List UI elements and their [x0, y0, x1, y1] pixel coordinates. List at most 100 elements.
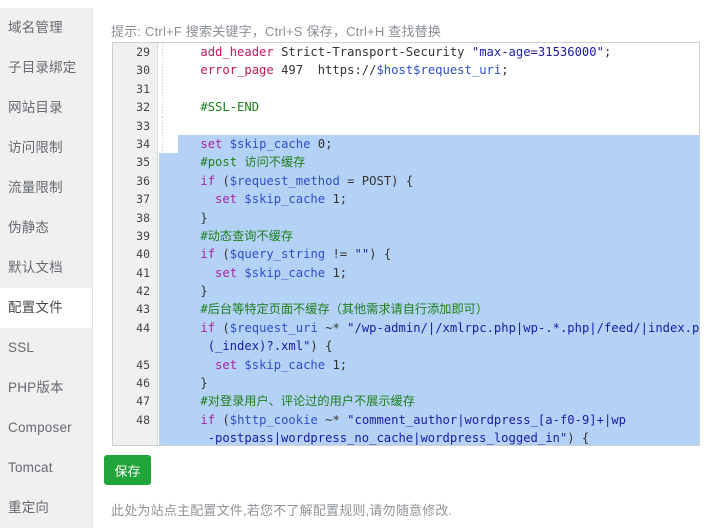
indent-guide	[162, 300, 163, 319]
sidebar-item-9[interactable]: PHP版本	[0, 368, 92, 408]
line-number: 44	[136, 320, 150, 335]
code-token: (_index)?.xml"	[207, 339, 311, 354]
indent-guide	[162, 116, 163, 135]
code-line[interactable]: if ($query_string != "") {	[159, 245, 699, 264]
sidebar-item-label: SSL	[8, 340, 35, 355]
indent-guide	[162, 43, 163, 62]
sidebar-item-4[interactable]: 流量限制	[0, 168, 92, 208]
code-token: $request_method	[229, 173, 340, 188]
sidebar-item-2[interactable]: 网站目录	[0, 88, 92, 128]
code-line[interactable]	[159, 79, 699, 99]
indent-guide	[162, 263, 163, 283]
line-number: 47	[136, 394, 150, 409]
code-line[interactable]: if ($request_method = POST) {	[159, 171, 699, 191]
code-token: -postpass|wordpress_no_cache|wordpress_l…	[207, 431, 568, 446]
code-line[interactable]: #后台等特定页面不缓存（其他需求请自行添加即可）	[159, 300, 699, 319]
sidebar-item-7[interactable]: 配置文件	[0, 288, 92, 328]
code-area[interactable]: add_header Strict-Transport-Security "ma…	[159, 43, 699, 445]
code-line[interactable]: if ($http_cookie ~* "comment_author|word…	[159, 410, 699, 430]
line-number: 42	[136, 284, 150, 299]
sidebar-item-12[interactable]: 重定向	[0, 488, 92, 528]
code-line[interactable]: }	[159, 208, 699, 227]
code-token: #post 访问不缓存	[200, 155, 306, 170]
line-number	[113, 337, 157, 355]
code-line[interactable]: add_header Strict-Transport-Security "ma…	[159, 43, 699, 62]
code-token: 1;	[325, 265, 348, 280]
sidebar-item-8[interactable]: SSL	[0, 328, 92, 368]
code-line[interactable]: set $skip_cache 1;	[159, 263, 699, 283]
line-number: 35	[136, 155, 150, 170]
code-token: "/wp-admin/|/xmlrpc.php|wp-.*.php|/feed/…	[347, 320, 700, 335]
code-token: $host$request_uri	[376, 63, 502, 78]
sidebar-item-11[interactable]: Tomcat	[0, 448, 92, 488]
sidebar-item-3[interactable]: 访问限制	[0, 128, 92, 168]
config-file-editor[interactable]: 29 30 31 32 33 34 35 36 37 38 39 40 41 42 43 44 45 46 47 48…	[112, 42, 700, 446]
sidebar-item-10[interactable]: Composer	[0, 408, 92, 448]
code-line[interactable]: }	[159, 374, 699, 393]
code-token: (	[215, 173, 230, 188]
line-number	[113, 429, 157, 445]
code-token: Strict-Transport-Security	[273, 45, 472, 59]
code-token: #后台等特定页面不缓存（其他需求请自行添加即可）	[200, 302, 489, 317]
sidebar-item-1[interactable]: 子目录绑定	[0, 48, 92, 88]
code-line[interactable]: #SSL-END	[159, 98, 699, 117]
code-token: $skip_cache	[229, 136, 311, 151]
sidebar-item-label: 子目录绑定	[8, 60, 77, 75]
line-number-gutter: 29 30 31 32 33 34 35 36 37 38 39 40 41 42 43 44 45 46 47 48	[113, 43, 158, 445]
code-token: !=	[325, 247, 355, 262]
code-token: error_page	[200, 63, 274, 78]
code-token: add_header	[200, 45, 274, 59]
sidebar-item-label: Tomcat	[8, 460, 53, 475]
code-token: $skip_cache	[244, 192, 326, 207]
code-line[interactable]: #对登录用户、评论过的用户不展示缓存	[159, 392, 699, 411]
sidebar-item-label: 伪静态	[8, 220, 50, 235]
code-line[interactable]	[159, 116, 699, 135]
code-line[interactable]: set $skip_cache 1;	[159, 190, 699, 209]
line-number: 29	[136, 45, 150, 59]
code-token: ""	[354, 247, 370, 262]
code-token: "max-age=31536000"	[471, 45, 604, 59]
code-token: }	[171, 210, 208, 225]
sidebar-item-0[interactable]: 域名管理	[0, 8, 92, 48]
code-line[interactable]: #动态查询不缓存	[159, 226, 699, 246]
code-token: $skip_cache	[244, 265, 326, 280]
code-token: (	[215, 247, 230, 262]
code-token: ~*	[317, 412, 348, 427]
code-token: if	[200, 412, 216, 427]
indent-guide	[162, 282, 163, 301]
save-button[interactable]: 保存	[104, 455, 151, 485]
code-line[interactable]: }	[159, 282, 699, 301]
indent-guide	[162, 153, 163, 172]
sidebar-item-label: Composer	[8, 420, 72, 435]
code-line[interactable]: error_page 497 https://$host$request_uri…	[159, 61, 699, 80]
code-token: $request_uri	[229, 320, 318, 335]
code-token: set	[215, 265, 238, 280]
code-line[interactable]: set $skip_cache 0;	[159, 134, 699, 154]
keyboard-shortcut-hint: 提示: Ctrl+F 搜索关键字，Ctrl+S 保存，Ctrl+H 查找替换	[111, 24, 442, 39]
code-line[interactable]: -postpass|wordpress_no_cache|wordpress_l…	[159, 429, 699, 446]
indent-guide	[162, 318, 163, 338]
sidebar-item-5[interactable]: 伪静态	[0, 208, 92, 248]
sidebar-item-6[interactable]: 默认文档	[0, 248, 92, 288]
code-token: (	[215, 320, 230, 335]
sidebar: 域名管理子目录绑定网站目录 访问限制 流量限制伪静态默认文档 配置文件 SSL PHP版本…	[0, 8, 93, 528]
sidebar-item-label: 重定向	[8, 500, 50, 515]
line-number: 31	[136, 81, 150, 96]
indent-guide	[162, 190, 163, 209]
line-number: 39	[136, 228, 150, 243]
code-line[interactable]: if ($request_uri ~* "/wp-admin/|/xmlrpc.…	[159, 318, 700, 338]
code-line[interactable]: set $skip_cache 1;	[159, 355, 699, 375]
code-line[interactable]: (_index)?.xml") {	[159, 337, 699, 356]
code-line[interactable]: #post 访问不缓存	[159, 153, 699, 172]
indent-guide	[162, 337, 163, 356]
line-number: 30	[136, 63, 150, 78]
line-number: 33	[136, 118, 150, 133]
